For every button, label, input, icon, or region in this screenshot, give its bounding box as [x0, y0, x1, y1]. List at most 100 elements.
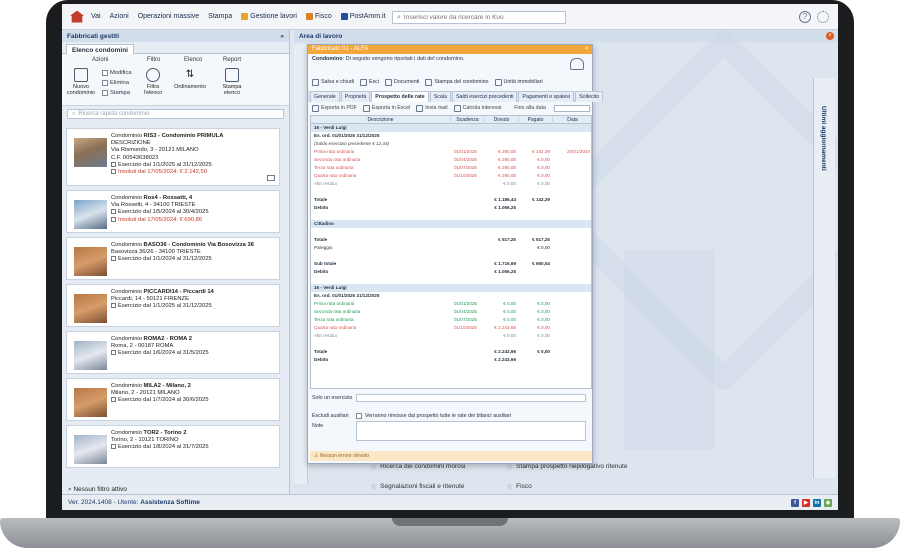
global-search[interactable]: ⌕	[392, 11, 566, 24]
table-row[interactable]: 16 - Verdi Luigi	[311, 284, 591, 292]
calendar-icon	[111, 209, 116, 215]
table-row[interactable]	[311, 228, 591, 236]
menu-item-2[interactable]: Operazioni massive	[138, 13, 199, 20]
table-cell	[485, 124, 519, 132]
menu-item-3[interactable]: Stampa	[208, 13, 232, 20]
condo-card[interactable]: Condominio BASO36 - Condominio Via Bosov…	[66, 237, 280, 280]
table-row[interactable]: Es. ord. 01/01/2025 31/12/2025	[311, 132, 591, 140]
menu-item-5[interactable]: Fisco	[305, 13, 332, 20]
table-row[interactable]: Totale € 517,25 € 517,25	[311, 236, 591, 244]
table-row[interactable]: Sub totale € 1.716,69 € 660,54	[311, 260, 591, 268]
table-row[interactable]	[311, 340, 591, 348]
condo-card[interactable]: Condominio PICCARDI14 - Piccardi 14 Picca…	[66, 284, 280, 327]
condo-fiscal-year: Esercizio dal 1/8/2024 al 31/7/2025	[111, 444, 209, 451]
table-row[interactable]: Es. ord. 01/01/2025 31/12/2025	[311, 292, 591, 300]
app-icon[interactable]: ◆	[824, 499, 832, 507]
export-action-2[interactable]: Invia mail	[416, 104, 448, 112]
toolbar-button-1[interactable]: Esci	[359, 78, 379, 86]
column-header[interactable]: Pagato	[519, 116, 553, 124]
delete-button[interactable]: Elimina	[102, 80, 129, 86]
export-action-3[interactable]: Calcola interessi	[453, 104, 501, 112]
sort-button[interactable]: ⇅ Ordinamento	[172, 68, 208, 90]
condo-card[interactable]: Condominio ROMA2 - ROMA 2 Roma, 2 - 00187…	[66, 331, 280, 374]
condo-card[interactable]: Condominio MILA2 - Milano, 2 Milano, 2 - …	[66, 378, 280, 421]
escludi-ausiliari-checkbox[interactable]	[356, 413, 362, 419]
note-textarea[interactable]	[356, 421, 586, 441]
tab-5[interactable]: Pagamenti e spalesi	[518, 91, 575, 102]
toolbar-button-2[interactable]: Documenti	[385, 78, 419, 86]
tab-0[interactable]: Generale	[310, 91, 340, 102]
tab-1[interactable]: Proprietà	[340, 91, 371, 102]
table-row[interactable]: Debito € 1.056,25	[311, 268, 591, 276]
table-cell: Seconda rata ordinaria	[314, 157, 361, 162]
table-cell	[553, 244, 591, 252]
table-row[interactable]: (Saldo esercizio precedente € 12,44)	[311, 140, 591, 148]
table-row[interactable]: Terza rata ordinaria 01/07/2025 € 290,05 € …	[311, 164, 591, 172]
quick-condo-search[interactable]: ⌕ Ricerca rapida condominio	[67, 109, 284, 119]
table-row[interactable]	[311, 252, 591, 260]
table-row[interactable]: Totale € 1.186,44 € 142,29	[311, 196, 591, 204]
table-row[interactable]: Quarta rata ordinaria 01/10/2025 € 2.243,6…	[311, 324, 591, 332]
menu-item-0[interactable]: Vai	[91, 13, 101, 20]
gear-icon[interactable]	[817, 11, 829, 23]
tab-6[interactable]: Sollecito	[575, 91, 604, 102]
quick-link-segnalazioni[interactable]: ☆ Segnalazioni fiscali e ritenute	[370, 482, 464, 491]
table-row[interactable]: Prima rata ordinaria 01/01/2025 € 0,00 € 0,…	[311, 300, 591, 308]
column-header[interactable]: Descrizione	[311, 116, 451, 124]
updates-sidebar[interactable]: Ultimi aggiornamenti	[813, 78, 835, 478]
quick-link-fisco[interactable]: ☆ Fisco	[506, 482, 532, 491]
menu-item-label: Stampa	[208, 13, 233, 20]
column-header[interactable]: Scadenza	[451, 116, 485, 124]
condo-card[interactable]: Condominio TOR2 - Torino 2 Torino, 2 - 10…	[66, 425, 280, 468]
print-list-button[interactable]: Stampa elenco	[217, 68, 247, 96]
table-row[interactable]	[311, 212, 591, 220]
help-icon[interactable]: ?	[799, 11, 811, 23]
solo-esercizio-select[interactable]	[356, 394, 586, 402]
menu-item-6[interactable]: PostAmm.it	[340, 13, 386, 20]
table-row[interactable]: Debito € 2.243,66	[311, 356, 591, 364]
linkedin-icon[interactable]: in	[813, 499, 821, 507]
table-row[interactable]: Totale € 2.243,66 € 0,00	[311, 348, 591, 356]
facebook-icon[interactable]: f	[791, 499, 799, 507]
youtube-icon[interactable]: ▶	[802, 499, 810, 507]
toolbar-button-3[interactable]: Stampa del condomino	[425, 78, 489, 86]
table-row[interactable]: Altri residui € 0,00 € 0,00	[311, 180, 591, 188]
column-header[interactable]: Dovuto	[485, 116, 519, 124]
print-button[interactable]: Stampa	[102, 90, 130, 96]
table-row[interactable]: Cittadino	[311, 220, 591, 228]
global-search-input[interactable]	[403, 14, 554, 21]
export-action-1[interactable]: Esporta in Excel	[362, 104, 410, 112]
table-row[interactable]: Quarta rata ordinaria 01/10/2025 € 290,05 €…	[311, 172, 591, 180]
table-row[interactable]: Seconda rata ordinaria 01/04/2025 € 290,05…	[311, 156, 591, 164]
export-action-0[interactable]: Esporta in PDF	[312, 104, 357, 112]
table-row[interactable]	[311, 276, 591, 284]
mail-icon[interactable]	[267, 175, 275, 181]
table-row[interactable]: Pareggio € 0,00	[311, 244, 591, 252]
new-condo-button[interactable]: Nuovo condominio	[66, 68, 96, 96]
table-row[interactable]: Prima rata ordinaria 01/01/2025 € 290,05 € …	[311, 148, 591, 156]
table-cell: € 290,05	[498, 157, 516, 162]
toolbar-button-4[interactable]: Unità immobiliari	[494, 78, 543, 86]
table-row[interactable]: Seconda rata ordinaria 01/04/2025 € 0,00 € …	[311, 308, 591, 316]
collapse-panel-button[interactable]: «	[280, 33, 284, 40]
filter-list-button[interactable]: Filtra l'elenco	[138, 68, 168, 96]
fino-date-input[interactable]	[554, 105, 590, 112]
toolbar-button-0[interactable]: Salva e chiudi	[312, 78, 354, 86]
close-icon[interactable]: ×	[826, 32, 834, 40]
table-cell: Prima rata ordinaria	[314, 301, 355, 306]
table-row[interactable]	[311, 188, 591, 196]
tab-2[interactable]: Prospetto delle rate	[371, 91, 429, 102]
menu-item-1[interactable]: Azioni	[110, 13, 129, 20]
menu-item-4[interactable]: Gestione lavori	[241, 13, 297, 20]
close-icon[interactable]: ×	[583, 46, 590, 53]
column-header[interactable]: Data	[553, 116, 591, 124]
tab-4[interactable]: Saldi esercizi precedenti	[452, 91, 518, 102]
tab-3[interactable]: Scala	[429, 91, 451, 102]
condo-card[interactable]: Condominio Ros4 - Rossatti, 4 Via Rossett…	[66, 190, 280, 233]
table-row[interactable]: Altri residui € 0,00 € 0,00	[311, 332, 591, 340]
table-row[interactable]: 16 - Verdi Luigi	[311, 124, 591, 132]
table-row[interactable]: Terza rata ordinaria 01/07/2025 € 0,00 € 0,…	[311, 316, 591, 324]
table-row[interactable]: Debito € 1.056,25	[311, 204, 591, 212]
condo-card[interactable]: Condominio RIS3 - Condominio PRIMULA DESC…	[66, 128, 280, 186]
edit-button[interactable]: Modifica	[102, 70, 132, 76]
